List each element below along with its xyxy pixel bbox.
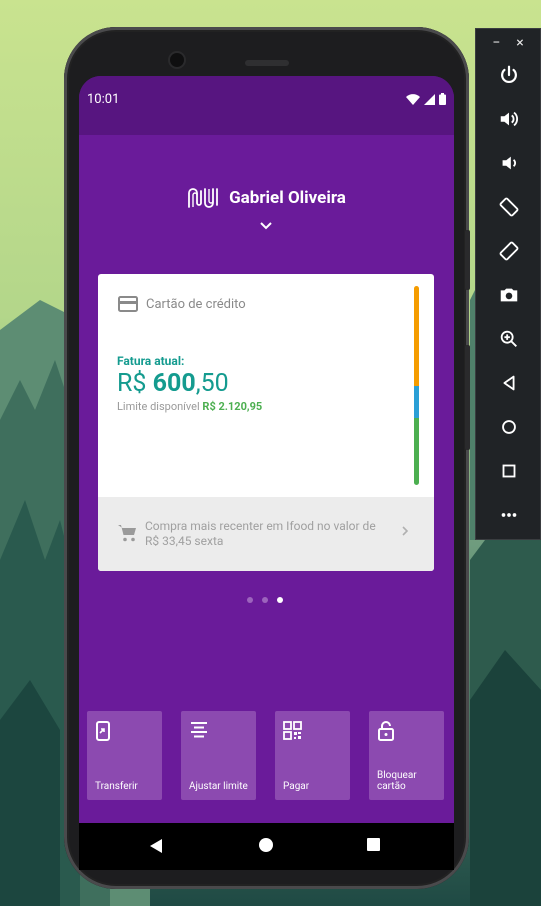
limit-label: Limite disponível [117, 400, 203, 413]
toolbar-window-controls: − × [476, 33, 540, 53]
nav-home-icon[interactable] [259, 838, 273, 852]
emulator-toolbar: − × [475, 28, 541, 540]
action-label: Transferir [95, 781, 138, 792]
qr-code-icon [283, 721, 302, 740]
quick-actions: Transferir Ajustar limite Pagar Bloquear… [87, 711, 444, 800]
wifi-icon [406, 93, 420, 105]
volume-up-button[interactable] [493, 103, 525, 135]
action-label: Ajustar limite [189, 781, 248, 792]
phone-side-button [465, 230, 470, 290]
recent-purchase-row[interactable]: Compra mais recenter em Ifood no valor d… [98, 497, 434, 571]
limit-value: R$ 2.120,95 [202, 400, 263, 413]
front-camera [170, 53, 184, 67]
minimize-button[interactable]: − [492, 33, 500, 53]
card-title-row: Cartão de crédito [118, 296, 246, 312]
page-dot[interactable] [247, 597, 253, 603]
page-dot[interactable] [262, 597, 268, 603]
action-transferir[interactable]: Transferir [87, 711, 162, 800]
page-indicator [247, 597, 283, 603]
overview-icon [502, 464, 516, 478]
transfer-phone-icon [96, 721, 110, 741]
bar-segment-orange [414, 286, 419, 386]
nubank-logo [188, 188, 218, 208]
action-pagar[interactable]: Pagar [275, 711, 350, 800]
account-header[interactable]: Gabriel Oliveira [79, 187, 454, 209]
volume-down-icon [502, 156, 516, 170]
user-name: Gabriel Oliveira [229, 188, 346, 208]
camera-icon [500, 288, 518, 302]
zoom-button[interactable] [493, 323, 525, 355]
rotate-right-button[interactable] [493, 235, 525, 267]
nav-back-icon[interactable] [149, 838, 163, 854]
action-ajustar-limite[interactable]: Ajustar limite [181, 711, 256, 800]
action-label: Bloquear cartão [377, 770, 417, 792]
overview-button[interactable] [493, 455, 525, 487]
status-icons [406, 93, 446, 105]
available-limit: Limite disponível R$ 2.120,95 [117, 400, 262, 413]
chevron-right-icon [402, 526, 409, 536]
nubank-home: Gabriel Oliveira Cartão de crédito Fatur… [79, 135, 454, 823]
rotate-left-icon [499, 197, 519, 217]
rotate-left-button[interactable] [493, 191, 525, 223]
lock-icon [378, 721, 394, 741]
invoice-integer: 600 [152, 369, 196, 398]
status-time: 10:01 [87, 92, 120, 107]
card-title: Cartão de crédito [146, 296, 246, 312]
volume-down-button[interactable] [493, 147, 525, 179]
bar-segment-green [414, 418, 419, 485]
phone-screen: 10:01 Gabriel Oliveira Cartão de crédito… [79, 76, 454, 870]
more-icon [501, 513, 517, 517]
power-icon [501, 65, 517, 84]
bar-segment-blue [414, 386, 419, 418]
page-dot-active[interactable] [277, 597, 283, 603]
phone-volume-rocker [465, 345, 470, 450]
screenshot-button[interactable] [493, 279, 525, 311]
credit-card-panel[interactable]: Cartão de crédito Fatura atual: R$ 600,5… [98, 274, 434, 571]
invoice-currency: R$ [117, 369, 153, 398]
action-label: Pagar [283, 781, 310, 792]
back-button[interactable] [493, 367, 525, 399]
zoom-icon [500, 330, 517, 347]
volume-up-icon [500, 111, 518, 127]
signal-icon [424, 93, 435, 105]
home-icon [502, 420, 516, 434]
nav-recents-icon[interactable] [367, 838, 380, 851]
android-nav-bar [79, 823, 454, 870]
shopping-cart-icon [118, 525, 136, 542]
rotate-right-icon [499, 241, 519, 261]
chevron-down-icon[interactable] [258, 221, 274, 231]
status-bar: 10:01 [79, 76, 454, 135]
power-button[interactable] [493, 59, 525, 91]
adjust-limit-icon [191, 722, 207, 738]
action-bloquear-cartao[interactable]: Bloquear cartão [369, 711, 444, 800]
earpiece [245, 60, 289, 66]
recent-purchase-text: Compra mais recenter em Ifood no valor d… [145, 519, 376, 548]
credit-card-icon [118, 296, 138, 312]
more-button[interactable] [493, 499, 525, 531]
limit-usage-bar [414, 286, 419, 485]
home-button[interactable] [493, 411, 525, 443]
invoice-value: R$ 600,50 [117, 369, 229, 398]
battery-icon [439, 93, 446, 105]
back-icon [503, 375, 515, 391]
invoice-cents: ,50 [195, 369, 229, 398]
invoice-label: Fatura atual: [117, 354, 185, 368]
close-button[interactable]: × [516, 33, 523, 53]
